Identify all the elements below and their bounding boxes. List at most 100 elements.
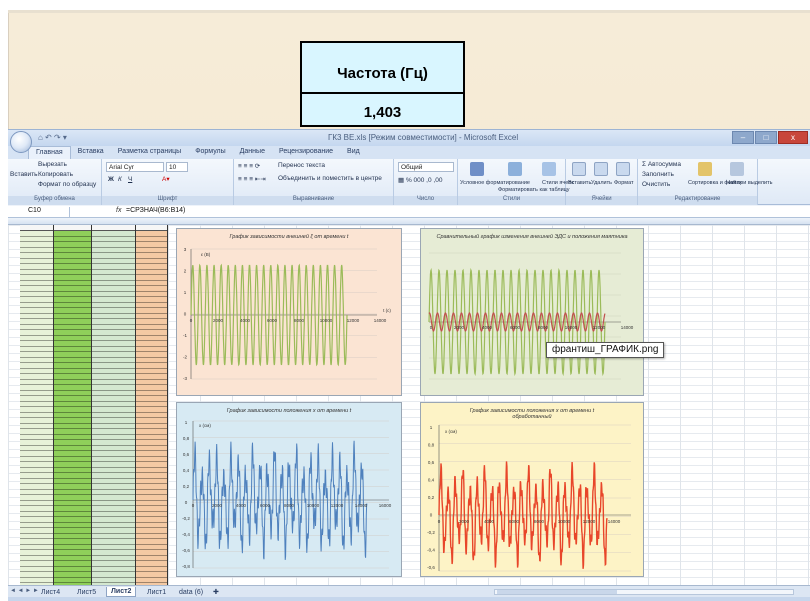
format-cells-button[interactable]: Формат	[614, 180, 634, 186]
align-row-icon[interactable]: ≡ ≡ ≡ ⇤⇥	[238, 175, 266, 183]
office-button[interactable]	[10, 131, 32, 153]
clipboard-group-label: Буфер обмена	[8, 196, 101, 205]
chart4-x-tick: 14000	[608, 519, 621, 524]
maximize-button[interactable]: □	[755, 131, 777, 144]
table-cell[interactable]	[54, 578, 91, 583]
status-bar	[8, 597, 810, 601]
quick-access-toolbar[interactable]: ⌂ ↶ ↷ ▾	[38, 133, 67, 142]
styles-group: Условное форматирование Форматировать ка…	[458, 159, 574, 205]
name-box[interactable]: C10	[10, 207, 70, 217]
chart4-y-tick: 1	[430, 425, 433, 430]
sheet-tab-list4[interactable]: Лист4	[36, 587, 65, 597]
chart3-x-tick: 2000	[212, 503, 223, 508]
sheet-tab-data6[interactable]: data (6)	[174, 587, 208, 597]
chart1-x-label: t (с)	[383, 308, 391, 313]
bold-button[interactable]: Ж	[108, 176, 114, 183]
font-size-select[interactable]: 10	[166, 162, 188, 172]
chart-position-vs-time[interactable]: График зависимости положения x от времен…	[176, 402, 402, 577]
align-icon[interactable]: ≡ ≡ ≡ ⟳	[238, 162, 260, 170]
chart4-y-tick: 0,2	[428, 495, 435, 500]
font-color-icon[interactable]: A▾	[162, 175, 170, 183]
table-cell[interactable]	[92, 578, 135, 583]
chart3-y-tick: -0,6	[182, 548, 190, 553]
tab-view[interactable]: Вид	[340, 146, 367, 159]
tab-data[interactable]: Данные	[233, 146, 272, 159]
find-select-button[interactable]: Найти и выделить	[726, 180, 772, 186]
sort-filter-icon[interactable]	[698, 162, 712, 176]
chart3-y-tick: 1	[185, 420, 188, 425]
insert-cells-icon[interactable]	[572, 162, 586, 176]
font-group-label: Шрифт	[102, 196, 233, 205]
sheet-tab-list5[interactable]: Лист5	[72, 587, 101, 597]
conditional-format-button[interactable]: Условное форматирование	[460, 180, 530, 186]
format-table-icon[interactable]	[508, 162, 522, 176]
chart2-x-tick: 10000	[565, 325, 578, 330]
data-column-speed	[92, 225, 136, 585]
merge-center-button[interactable]: Объединить и поместить в центре	[278, 175, 382, 182]
slide-top-border	[8, 10, 810, 13]
chart1-y-tick: 0	[184, 312, 187, 317]
format-cells-icon[interactable]	[616, 162, 630, 176]
chart3-y-tick: 0,6	[183, 452, 190, 457]
format-painter-button[interactable]: Формат по образцу	[38, 181, 96, 188]
chart-position-processed[interactable]: График зависимости положения x от времен…	[420, 402, 644, 577]
worksheet-grid[interactable]: График зависимости внешней ξ от времени …	[8, 225, 810, 585]
autosum-button[interactable]: Σ Автосумма	[642, 161, 681, 168]
conditional-format-icon[interactable]	[470, 162, 484, 176]
paste-button[interactable]: Вставить	[10, 171, 38, 178]
chart1-x-tick: 4000	[240, 318, 251, 323]
number-format-select[interactable]: Общий	[398, 162, 454, 172]
chart-emf-vs-time[interactable]: График зависимости внешней ξ от времени …	[176, 228, 402, 396]
close-button[interactable]: x	[778, 131, 808, 144]
underline-button[interactable]: Ч	[128, 176, 132, 183]
chart3-y-tick: -0,4	[182, 532, 190, 537]
delete-cells-button[interactable]: Удалить	[591, 180, 612, 186]
wrap-text-button[interactable]: Перенос текста	[278, 162, 325, 169]
tab-insert[interactable]: Вставка	[71, 146, 111, 159]
formula-input[interactable]: =СРЗНАЧ(B6:B14)	[126, 207, 185, 214]
scrollbar-thumb[interactable]	[497, 590, 617, 594]
font-name-select[interactable]: Arial Cyr	[106, 162, 164, 172]
chart4-y-tick: -0,4	[427, 548, 435, 553]
sheet-tab-list1[interactable]: Лист1	[142, 587, 171, 597]
window-controls: – □ x	[732, 131, 808, 144]
table-cell[interactable]	[136, 578, 167, 583]
number-format-icons[interactable]: ▦ % 000 ,0 ,00	[398, 176, 442, 184]
clipboard-group: Вставить Вырезать Копировать Формат по о…	[8, 159, 102, 205]
chart3-x-tick: 4000	[236, 503, 247, 508]
chart1-y-tick: -2	[183, 355, 187, 360]
sheet-tab-list2[interactable]: Лист2	[106, 587, 137, 597]
tab-page-layout[interactable]: Разметка страницы	[111, 146, 189, 159]
cut-button[interactable]: Вырезать	[38, 161, 67, 168]
chart4-x-tick: 8000	[534, 519, 545, 524]
sheet-nav-arrows-icon[interactable]: ◄ ◄ ► ►	[10, 588, 39, 594]
formula-bar: C10 fx =СРЗНАЧ(B6:B14)	[8, 206, 810, 218]
minimize-button[interactable]: –	[732, 131, 754, 144]
find-select-icon[interactable]	[730, 162, 744, 176]
chart4-plot: 1 0,8 0,6 0,4 0,2 0 -0,2 -0,4 -0,6 0 2000 4000 6000 8…	[427, 424, 631, 572]
data-table	[8, 225, 168, 585]
tab-formulas[interactable]: Формулы	[188, 146, 232, 159]
fill-button[interactable]: Заполнить	[642, 171, 674, 178]
tab-home[interactable]: Главная	[28, 146, 71, 159]
fx-icon[interactable]: fx	[116, 207, 121, 214]
table-cell[interactable]	[20, 578, 53, 583]
delete-cells-icon[interactable]	[594, 162, 608, 176]
chart3-y-tick: 0,8	[183, 436, 190, 441]
chart-emf-position-compare[interactable]: Сравнительный график изменения внешней Э…	[420, 228, 644, 396]
chart3-x-tick: 6000	[260, 503, 271, 508]
frequency-value: 1,403	[363, 104, 402, 121]
horizontal-scrollbar[interactable]	[494, 589, 794, 595]
chart2-x-tick: 4000	[482, 325, 493, 330]
clear-button[interactable]: Очистить	[642, 181, 670, 188]
cell-styles-icon[interactable]	[542, 162, 556, 176]
format-table-button[interactable]: Форматировать как таблицу	[498, 187, 570, 193]
insert-cells-button[interactable]: Вставить	[568, 180, 591, 186]
copy-button[interactable]: Копировать	[38, 171, 73, 178]
new-sheet-icon[interactable]: ✚	[208, 587, 224, 597]
chart3-x-tick: 14000	[355, 503, 368, 508]
tab-review[interactable]: Рецензирование	[272, 146, 340, 159]
italic-button[interactable]: К	[118, 176, 122, 183]
font-group: Arial Cyr 10 Ж К Ч A▾ Шрифт	[102, 159, 234, 205]
data-column-time	[20, 225, 54, 585]
